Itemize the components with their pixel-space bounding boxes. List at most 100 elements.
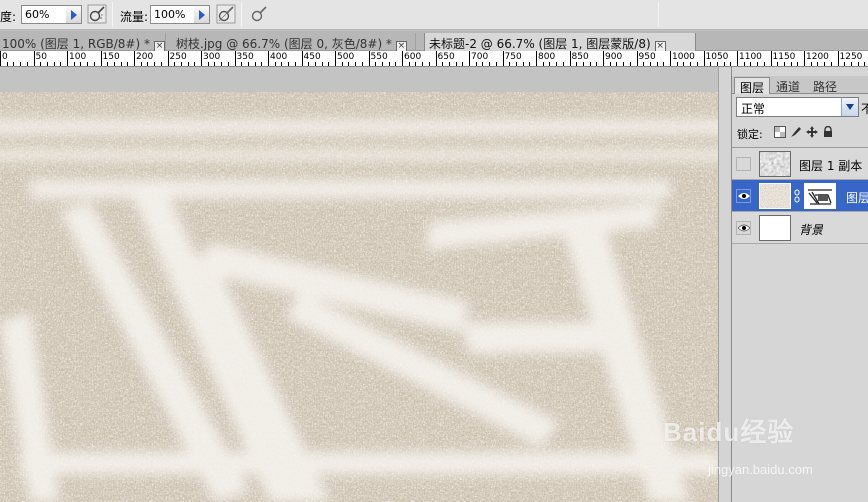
ruler-minor-tick (53, 62, 55, 66)
layer-name: 图层 (846, 191, 868, 205)
ruler-minor-tick (107, 62, 109, 66)
ruler-minor-tick (194, 62, 196, 66)
watermark-url: jingyan.baidu.com (708, 462, 813, 477)
ruler-minor-tick (154, 62, 156, 66)
lock-pixels-icon[interactable] (790, 126, 802, 138)
document-canvas[interactable] (0, 92, 718, 502)
toolbar-separator (112, 2, 113, 27)
ruler-minor-tick (495, 62, 497, 66)
ruler-tick (703, 51, 705, 66)
ruler-tick (536, 51, 537, 66)
close-icon[interactable]: × (153, 41, 165, 51)
link-icon[interactable] (794, 189, 800, 203)
ruler-minor-tick (288, 62, 290, 66)
visibility-toggle[interactable] (736, 189, 751, 203)
ruler-label: 400 (270, 52, 288, 62)
document-tabs: 100% (图层 1, RGB/8#) * × 树枝.jpg @ 66.7% (图… (0, 31, 868, 51)
ruler-tick (67, 51, 68, 66)
opacity-input[interactable]: 60% (21, 5, 67, 24)
ruler-minor-tick (649, 62, 651, 66)
tab-channels[interactable]: 通道 (771, 77, 805, 94)
opacity-slider-button[interactable] (66, 5, 82, 24)
tab-document-1[interactable]: 100% (图层 1, RGB/8#) * × (0, 33, 166, 51)
flow-label: 流量: (120, 10, 149, 24)
panel-tabs: 图层 通道 路径 (732, 76, 868, 95)
ruler-minor-tick (214, 62, 216, 66)
tab-layers[interactable]: 图层 (734, 77, 771, 95)
ruler-tick (402, 51, 403, 66)
flow-input[interactable]: 100% (150, 5, 195, 24)
ruler-label: 200 (136, 52, 154, 62)
lock-all-icon[interactable] (822, 126, 834, 138)
airbrush-mode-icon[interactable] (216, 4, 236, 24)
ruler-label: 50 (35, 52, 47, 62)
ruler-minor-tick (542, 62, 544, 66)
chevron-down-icon[interactable] (841, 98, 858, 116)
ruler-minor-tick (850, 62, 852, 66)
layer-row-layer-1-copy[interactable]: 图层 1 副本 (732, 148, 868, 180)
ruler-tick (804, 51, 805, 66)
ruler-minor-tick (475, 62, 477, 66)
ruler-minor-tick (328, 62, 330, 66)
lock-transparency-icon[interactable] (774, 126, 786, 138)
ruler-minor-tick (261, 62, 263, 66)
ruler-label: 450 (303, 52, 321, 62)
ruler-label: 300 (203, 52, 221, 62)
lock-label: 锁定: (737, 128, 763, 141)
ruler-minor-tick (80, 62, 82, 66)
ruler-minor-tick (448, 62, 450, 66)
ruler-label: 1050 (705, 52, 729, 62)
tab-label: 未标题-2 @ 66.7% (图层 1, 图层蒙版/8) (429, 37, 651, 51)
layer-mask-thumbnail[interactable] (804, 183, 836, 209)
close-icon[interactable]: × (654, 41, 666, 51)
opacity-label: 度: (0, 10, 17, 24)
ruler-minor-tick (227, 62, 229, 66)
ruler-minor-tick (783, 62, 785, 66)
ruler-label: 900 (605, 52, 623, 62)
ruler-minor-tick (830, 62, 832, 66)
ruler-minor-tick (20, 62, 22, 66)
ruler-minor-tick (750, 62, 752, 66)
close-icon[interactable]: × (395, 41, 407, 51)
ruler-minor-tick (710, 62, 712, 66)
lock-position-icon[interactable] (806, 126, 818, 138)
ruler-minor-tick (824, 62, 826, 66)
ruler-tick (837, 51, 839, 66)
layer-row-background[interactable]: 背景 (732, 212, 868, 244)
ruler-minor-tick (696, 62, 698, 66)
flow-slider-button[interactable] (194, 5, 210, 24)
ruler-tick (33, 51, 35, 66)
ruler-minor-tick (562, 62, 564, 66)
ruler-label: 800 (538, 52, 556, 62)
ruler-minor-tick (616, 62, 618, 66)
ruler-minor-tick (294, 62, 296, 66)
ruler-minor-tick (113, 62, 115, 66)
ruler-label: 1200 (806, 52, 829, 62)
ruler-minor-tick (716, 62, 718, 66)
tablet-pressure-icon[interactable] (249, 4, 269, 24)
baidu-watermark: Baidu经验 (663, 417, 795, 447)
ruler-minor-tick (576, 62, 578, 66)
tab-document-2[interactable]: 树枝.jpg @ 66.7% (图层 0, 灰色/8#) * × (172, 33, 416, 51)
ruler-minor-tick (73, 62, 75, 66)
ruler-tick (0, 51, 1, 66)
ruler-minor-tick (87, 62, 89, 66)
ruler-minor-tick (656, 62, 658, 66)
ruler-minor-tick (321, 62, 323, 66)
tab-document-3[interactable]: 未标题-2 @ 66.7% (图层 1, 图层蒙版/8) × (424, 33, 696, 51)
tab-paths[interactable]: 路径 (808, 77, 842, 94)
visibility-toggle-empty[interactable] (736, 157, 751, 171)
photoshop-window: 度: 60% 流量: 100% 100% (图层 1, RGB/8#) *× (0, 0, 868, 502)
visibility-toggle[interactable] (736, 221, 751, 235)
horizontal-ruler-right: 11001150120012501300 (731, 51, 868, 67)
layer-row-layer-selected[interactable]: 图层 (732, 180, 868, 212)
airbrush-icon[interactable] (87, 4, 107, 24)
ruler-tick (435, 51, 437, 66)
ruler-minor-tick (509, 62, 511, 66)
ruler-minor-tick (93, 62, 95, 66)
ruler-minor-tick (790, 62, 792, 66)
ruler-minor-tick (348, 62, 350, 66)
ruler-minor-tick (13, 62, 15, 66)
ruler-minor-tick (690, 62, 692, 66)
ruler-minor-tick (207, 62, 209, 66)
